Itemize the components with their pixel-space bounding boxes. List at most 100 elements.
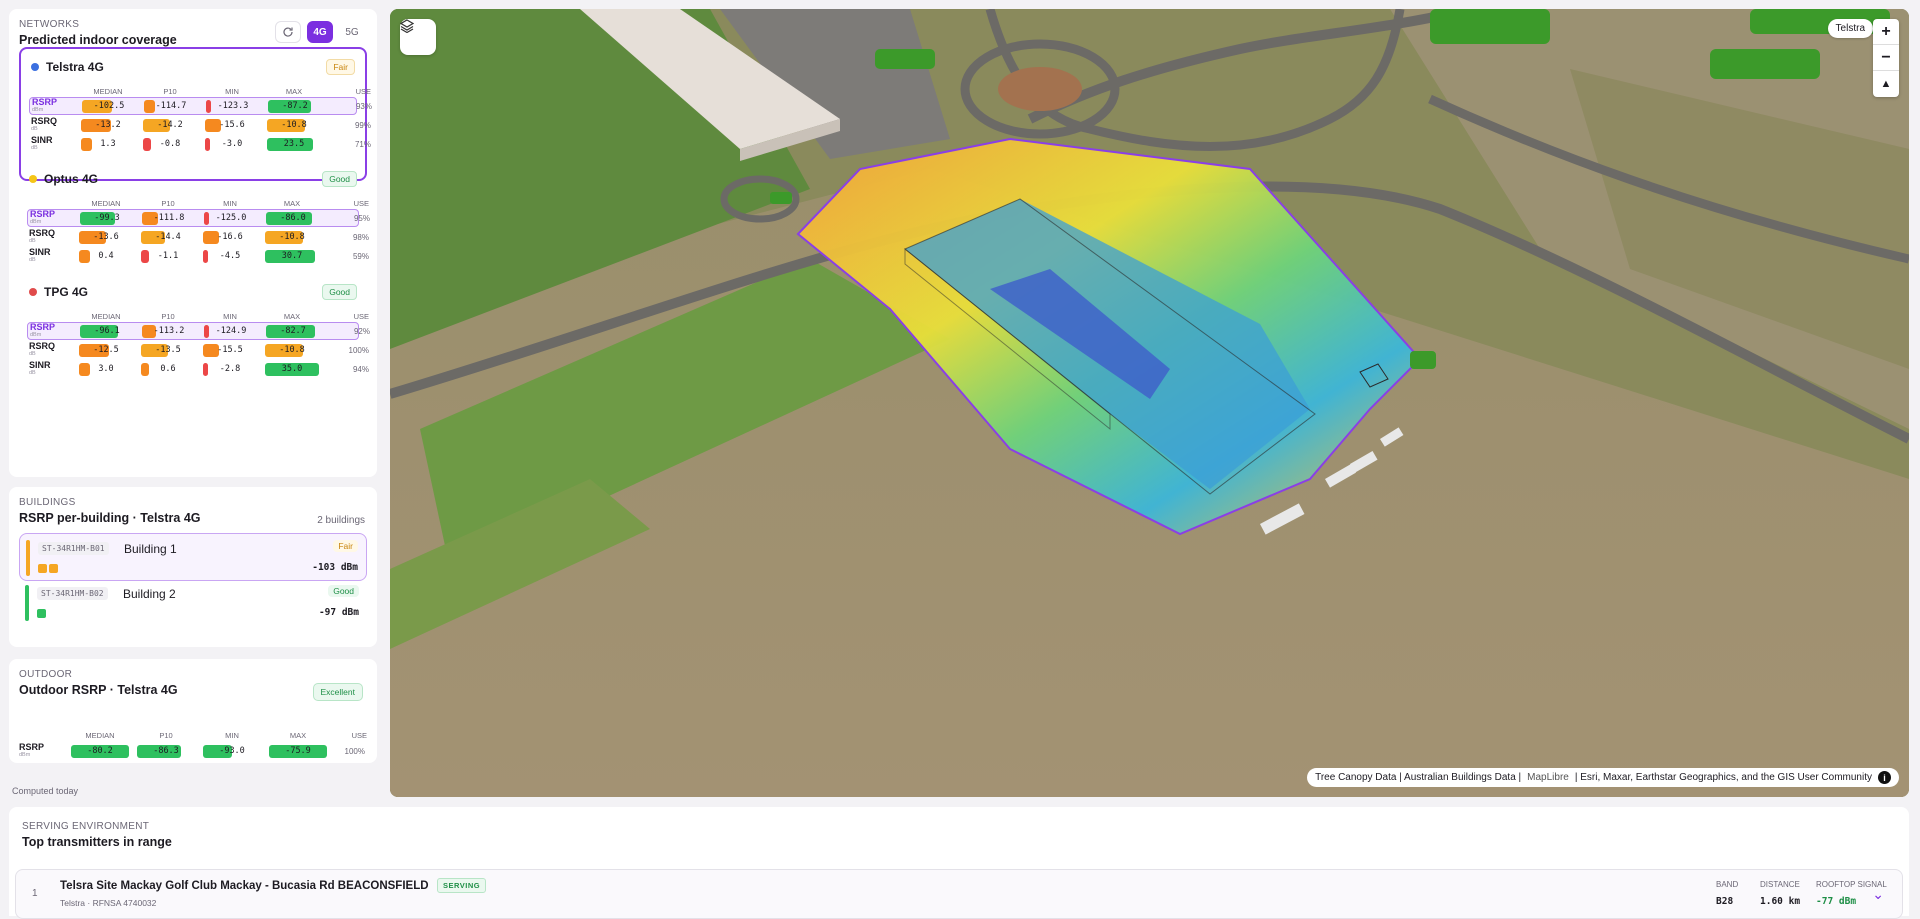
- metric-row-rsrp[interactable]: RSRP dBm -96.1 -113.2 -124.9 -82.7 92%: [27, 322, 370, 340]
- building-name: Building 1: [124, 542, 177, 556]
- metric-row-rsrq[interactable]: RSRQ dB -13.6 -14.4 -16.6 -10.8 98%: [27, 228, 369, 246]
- metric-cell: -80.2: [71, 744, 129, 758]
- metric-value: 3.0: [98, 363, 114, 374]
- metric-cell: -113.2: [142, 324, 196, 338]
- network-dot: [31, 63, 39, 71]
- metric-value: -111.8: [153, 212, 185, 223]
- metric-value: -3.0: [221, 138, 243, 149]
- metric-value: -102.5: [93, 100, 125, 111]
- metric-unit: dB: [29, 238, 36, 244]
- metric-cell: -86.3: [137, 744, 195, 758]
- metric-value: -113.2: [153, 325, 185, 336]
- metric-cell: -14.2: [143, 118, 197, 132]
- map-view[interactable]: Telstra + − ▲ Tree Canopy Data | Austral…: [390, 9, 1909, 797]
- metric-value: -75.9: [285, 745, 311, 756]
- serving-environment-card: SERVING ENVIRONMENT Top transmitters in …: [9, 807, 1909, 919]
- metric-use: 95%: [353, 213, 370, 223]
- metric-unit: dB: [29, 370, 36, 376]
- metric-value: -14.2: [157, 119, 183, 130]
- metric-cell: -15.5: [203, 343, 257, 357]
- refresh-icon: [283, 27, 293, 37]
- metric-value: -86.3: [153, 745, 179, 756]
- distance-label: DISTANCE: [1760, 880, 1800, 889]
- serving-title: Top transmitters in range: [22, 835, 172, 849]
- column-header: MEDIAN: [85, 731, 115, 740]
- metric-unit: dB: [29, 257, 36, 263]
- chevron-down-icon[interactable]: ⌄: [1872, 886, 1884, 903]
- metric-value: 23.5: [283, 138, 305, 149]
- metric-value: 0.4: [98, 250, 114, 261]
- column-header: USE: [353, 199, 369, 208]
- metric-value: -10.8: [279, 344, 305, 355]
- column-header: USE: [351, 731, 367, 740]
- outdoor-card: OUTDOOR Outdoor RSRP · Telstra 4G Excell…: [9, 659, 377, 763]
- metric-value: -87.2: [282, 100, 308, 111]
- metric-use: 99%: [354, 120, 371, 130]
- metric-value: -16.6: [217, 231, 243, 242]
- metric-value: -125.0: [215, 212, 247, 223]
- metric-cell: -10.8: [267, 118, 321, 132]
- toggle-5g[interactable]: 5G: [339, 21, 365, 43]
- building-row-2[interactable]: ST-34R1HM-B02 Building 2 Good -97 dBm: [19, 579, 367, 627]
- metric-cell: -124.9: [204, 324, 258, 338]
- metric-value: -1.1: [157, 250, 179, 261]
- metric-cell: -10.8: [265, 343, 319, 357]
- network-type-switch: 4G 5G: [275, 21, 365, 43]
- metric-value: -14.4: [155, 231, 181, 242]
- maplibre-link[interactable]: MapLibre: [1527, 772, 1569, 783]
- metric-cell: -75.9: [269, 744, 327, 758]
- metric-column-headers: MEDIAN P10 MIN MAX USE: [27, 199, 369, 208]
- column-header: MAX: [285, 87, 303, 96]
- metric-row-rsrq[interactable]: RSRQ dB -13.2 -14.2 -15.6 -10.8 99%: [29, 116, 371, 134]
- metric-row-rsrq[interactable]: RSRQ dB -12.5 -13.5 -15.5 -10.8 100%: [27, 341, 369, 359]
- column-header: P10: [163, 87, 177, 96]
- column-header: MIN: [223, 199, 237, 208]
- metric-cell: -10.8: [265, 230, 319, 244]
- refresh-button[interactable]: [275, 21, 301, 43]
- metric-row-sinr[interactable]: SINR dB 3.0 0.6 -2.8 35.0 94%: [27, 360, 369, 378]
- metric-value: -4.5: [219, 250, 241, 261]
- metric-label: SINR dB: [29, 248, 75, 264]
- metric-label: RSRP dBm: [32, 98, 78, 114]
- metric-cell: -96.1: [80, 324, 134, 338]
- toggle-4g[interactable]: 4G: [307, 21, 333, 43]
- zoom-out-button[interactable]: −: [1873, 45, 1899, 71]
- compass-button[interactable]: ▲: [1873, 71, 1899, 97]
- network-name: Optus 4G: [44, 172, 99, 186]
- metric-value: -15.5: [217, 344, 243, 355]
- building-name: Building 2: [123, 587, 176, 601]
- metric-row-rsrp[interactable]: RSRP dBm -99.3 -111.8 -125.0 -86.0 95%: [27, 209, 370, 227]
- metric-unit: dBm: [30, 219, 42, 225]
- metric-row-sinr[interactable]: SINR dB 0.4 -1.1 -4.5 30.7 59%: [27, 247, 369, 265]
- metric-row-rsrp[interactable]: RSRP dBm -102.5 -114.7 -123.3 -87.2 93%: [29, 97, 372, 115]
- metric-value: -99.3: [94, 212, 120, 223]
- metric-value: -13.2: [95, 119, 121, 130]
- network-block-2[interactable]: TPG 4G Good MEDIAN P10 MIN MAX USE RSRP dBm -96.1…: [19, 274, 370, 408]
- building-row-1[interactable]: ST-34R1HM-B01 Building 1 Fair -103 dBm: [19, 533, 367, 581]
- metric-row-sinr[interactable]: SINR dB 1.3 -0.8 -3.0 23.5 71%: [29, 135, 371, 153]
- building-status-strip: [26, 540, 30, 576]
- floor-square: [49, 564, 58, 573]
- map-canvas[interactable]: [390, 9, 1909, 797]
- metric-unit: dBm: [19, 752, 31, 758]
- metric-cell: -2.8: [203, 362, 257, 376]
- metric-cell: -13.6: [79, 230, 133, 244]
- network-dot: [29, 175, 37, 183]
- metric-cell: -13.2: [81, 118, 135, 132]
- band-label: BAND: [1716, 880, 1739, 889]
- metric-cell: -125.0: [204, 211, 258, 225]
- outdoor-rsrp-row: RSRP dBm -80.2 -86.3 -93.0 -75.9 100%: [19, 743, 367, 759]
- network-status-badge: Good: [322, 171, 357, 187]
- zoom-in-button[interactable]: +: [1873, 19, 1899, 45]
- left-panel: NETWORKS Predicted indoor coverage 4G 5G…: [9, 9, 377, 763]
- metric-cell: -13.5: [141, 343, 195, 357]
- info-icon[interactable]: i: [1878, 771, 1891, 784]
- transmitter-row[interactable]: 1 Telsra Site Mackay Golf Club Mackay - …: [15, 869, 1903, 919]
- metric-value: 35.0: [281, 363, 303, 374]
- metric-cell: -14.4: [141, 230, 195, 244]
- layers-button[interactable]: [400, 19, 436, 55]
- metric-column-headers: MEDIAN P10 MIN MAX USE: [27, 312, 369, 321]
- metric-cell: -114.7: [144, 99, 198, 113]
- metric-value: -15.6: [219, 119, 245, 130]
- column-header: MAX: [289, 731, 307, 740]
